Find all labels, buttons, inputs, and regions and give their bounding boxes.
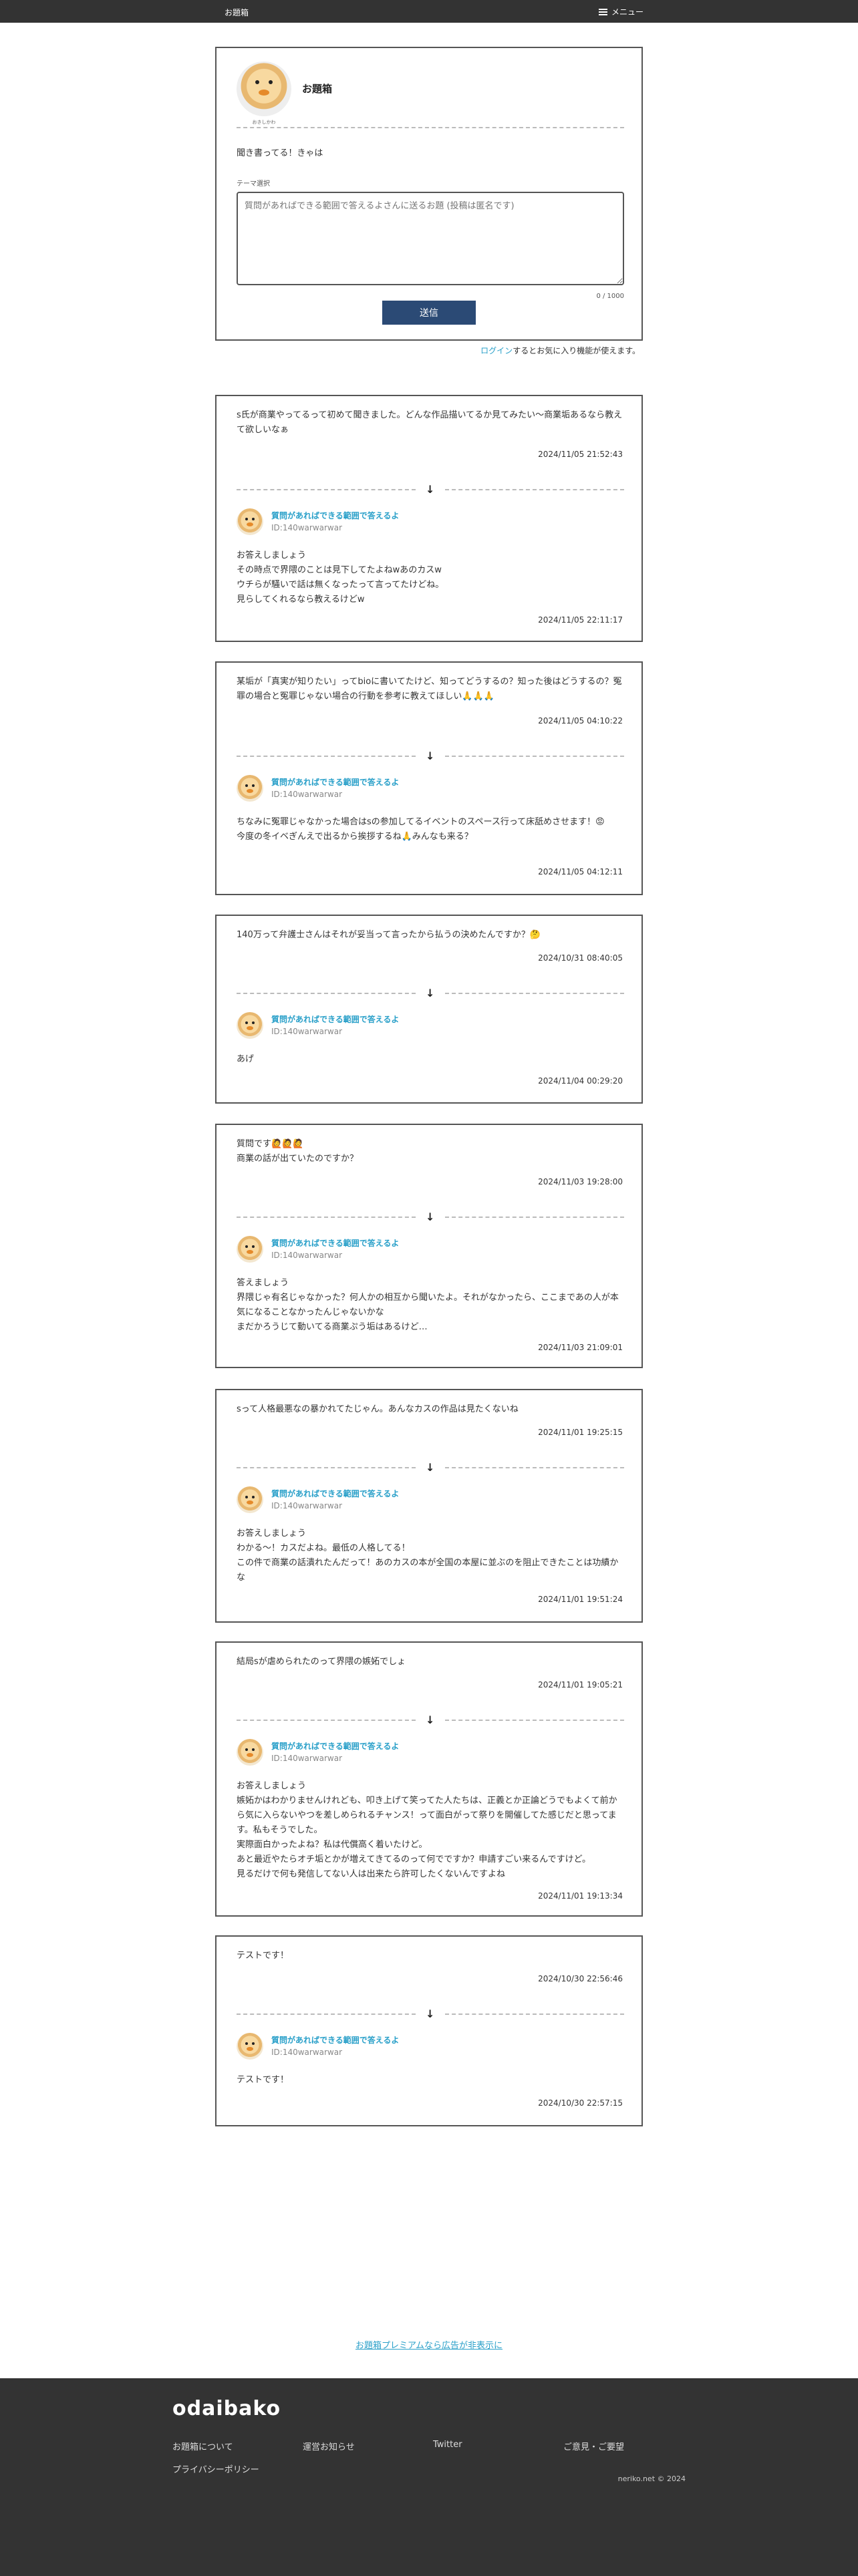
arrow-down-icon: ↓ — [426, 2007, 435, 2020]
footer-link-twitter[interactable]: Twitter — [433, 2440, 462, 2450]
owner-caption: おきしかわ — [252, 120, 276, 125]
post-card: 某垢が「真実が知りたい」ってbioに書いてたけど、知ってどうするの？知った後はど… — [215, 661, 643, 895]
question-date: 2024/11/01 19:25:15 — [538, 1428, 623, 1437]
post-card: 質問です🙋🙋🙋 商業の話が出ていたのですか？ 2024/11/03 19:28:0… — [215, 1124, 643, 1368]
answer-divider: ↓ — [237, 1461, 624, 1474]
arrow-down-icon: ↓ — [426, 987, 435, 999]
login-link[interactable]: ログイン — [480, 346, 513, 355]
answerer-name[interactable]: 質問があればできる範囲で答えるよ — [271, 2034, 399, 2046]
answerer-id: ID:140warwarwar — [271, 2048, 343, 2057]
answer-text: テストです！ — [237, 2075, 289, 2085]
footer-logo[interactable]: odaibako — [172, 2397, 281, 2420]
arrow-down-icon: ↓ — [426, 1211, 435, 1223]
answerer-id: ID:140warwarwar — [271, 1027, 343, 1036]
send-button[interactable]: 送信 — [382, 301, 476, 325]
char-counter: 0 / 1000 — [596, 293, 624, 300]
question-date: 2024/11/05 21:52:43 — [538, 450, 623, 459]
owner-greeting: 聞き書ってる！きゃは — [237, 148, 323, 158]
answer-divider: ↓ — [237, 2007, 624, 2021]
hamburger-icon — [599, 8, 607, 15]
answer-date: 2024/11/01 19:51:24 — [538, 1595, 623, 1604]
answerer-id: ID:140warwarwar — [271, 1251, 343, 1260]
answerer-avatar — [237, 1739, 263, 1766]
answer-text: お答えしましょう その時点で界隈のことは見下してたよねwあのカスw ウチらが騒い… — [237, 550, 444, 605]
question-text: テストです！ — [237, 1951, 289, 1961]
question-input[interactable] — [237, 192, 624, 285]
copyright: neriko.net © 2024 — [617, 2474, 686, 2483]
answerer-name[interactable]: 質問があればできる範囲で答えるよ — [271, 1013, 399, 1025]
question-text: s氏が商業やってるって初めて聞きました。どんな作品描いてるか見てみたい〜商業垢あ… — [237, 410, 623, 435]
question-text: 結局sが虐められたのって界隈の嫉妬でしょ — [237, 1657, 406, 1667]
answerer-avatar — [237, 775, 263, 802]
answerer-name[interactable]: 質問があればできる範囲で答えるよ — [271, 1488, 399, 1499]
premium-link[interactable]: お題箱プレミアムなら広告が非表示に — [0, 2338, 858, 2351]
divider — [237, 127, 624, 128]
footer: odaibako お題箱について 運営お知らせ Twitter ご意見・ご要望 … — [0, 2378, 858, 2576]
question-text: sって人格最悪なの暴かれてたじゃん。あんなカスの作品は見たくないね — [237, 1404, 519, 1414]
answer-date: 2024/11/04 00:29:20 — [538, 1076, 623, 1086]
answerer-avatar — [237, 2033, 263, 2060]
question-date: 2024/10/31 08:40:05 — [538, 953, 623, 963]
footer-link-about[interactable]: お題箱について — [172, 2440, 233, 2452]
post-card: s氏が商業やってるって初めて聞きました。どんな作品描いてるか見てみたい〜商業垢あ… — [215, 395, 643, 642]
answerer-name[interactable]: 質問があればできる範囲で答えるよ — [271, 510, 399, 521]
answerer-id: ID:140warwarwar — [271, 523, 343, 532]
login-note-text: するとお気に入り機能が使えます。 — [513, 346, 640, 355]
question-text: 質問です🙋🙋🙋 商業の話が出ていたのですか？ — [237, 1139, 359, 1164]
post-card: 結局sが虐められたのって界隈の嫉妬でしょ 2024/11/01 19:05:21 ↓… — [215, 1641, 643, 1917]
question-date: 2024/11/03 19:28:00 — [538, 1177, 623, 1186]
site-title[interactable]: お題箱 — [225, 7, 249, 18]
footer-link-feedback[interactable]: ご意見・ご要望 — [563, 2440, 624, 2452]
answer-divider: ↓ — [237, 987, 624, 1000]
box-name: お題箱 — [302, 83, 333, 95]
arrow-down-icon: ↓ — [426, 483, 435, 496]
question-date: 2024/10/30 22:56:46 — [538, 1974, 623, 1983]
answer-date: 2024/11/05 22:11:17 — [538, 615, 623, 625]
answer-date: 2024/11/03 21:09:01 — [538, 1343, 623, 1352]
answer-divider: ↓ — [237, 483, 624, 496]
answer-text: ちなみに冤罪じゃなかった場合はsの参加してるイベントのスペース行って床舐めさせま… — [237, 817, 605, 842]
answerer-avatar — [237, 1012, 263, 1039]
answer-text: お答えしましょう わかる〜！カスだよね。最低の人格してる！ この件で商業の話潰れ… — [237, 1528, 619, 1583]
arrow-down-icon: ↓ — [426, 1714, 435, 1726]
answerer-id: ID:140warwarwar — [271, 1501, 343, 1510]
answer-date: 2024/11/01 19:13:34 — [538, 1891, 623, 1901]
menu-label: メニュー — [611, 7, 644, 17]
answerer-name[interactable]: 質問があればできる範囲で答えるよ — [271, 776, 399, 788]
theme-select[interactable]: テーマ選択 — [237, 178, 270, 188]
answer-divider: ↓ — [237, 1714, 624, 1727]
answer-text: 答えましょう 界隈じゃ有名じゃなかった？何人かの相互から聞いたよ。それがなかった… — [237, 1278, 619, 1332]
answerer-avatar — [237, 1486, 263, 1513]
ask-header: おきしかわ お題箱 — [237, 61, 624, 135]
answer-text: お答えしましょう 嫉妬かはわかりませんけれども、叩き上げて笑ってた人たちは、正義… — [237, 1781, 617, 1879]
answer-date: 2024/11/05 04:12:11 — [538, 867, 623, 876]
question-date: 2024/11/01 19:05:21 — [538, 1680, 623, 1689]
post-card: テストです！ 2024/10/30 22:56:46 ↓ 質問があればできる範囲で答え… — [215, 1935, 643, 2126]
footer-link-news[interactable]: 運営お知らせ — [303, 2440, 355, 2452]
owner-avatar: おきしかわ — [237, 61, 291, 125]
answer-text: あげ — [237, 1054, 255, 1064]
answerer-avatar — [237, 1236, 263, 1263]
answer-divider: ↓ — [237, 1211, 624, 1224]
top-bar: お題箱 メニュー — [0, 0, 858, 23]
answerer-id: ID:140warwarwar — [271, 1754, 343, 1763]
ask-card: おきしかわ お題箱 聞き書ってる！きゃは テーマ選択 0 / 1000 送信 — [215, 47, 643, 341]
answerer-id: ID:140warwarwar — [271, 790, 343, 799]
arrow-down-icon: ↓ — [426, 750, 435, 762]
answer-date: 2024/10/30 22:57:15 — [538, 2098, 623, 2108]
answerer-name[interactable]: 質問があればできる範囲で答えるよ — [271, 1237, 399, 1249]
answer-divider: ↓ — [237, 750, 624, 763]
post-card: 140万って弁護士さんはそれが妥当って言ったから払うの決めたんですか？🤔 2024… — [215, 915, 643, 1104]
arrow-down-icon: ↓ — [426, 1461, 435, 1474]
post-card: sって人格最悪なの暴かれてたじゃん。あんなカスの作品は見たくないね 2024/11… — [215, 1389, 643, 1623]
question-text: 某垢が「真実が知りたい」ってbioに書いてたけど、知ってどうするの？知った後はど… — [237, 677, 622, 701]
menu-button[interactable]: メニュー — [599, 6, 644, 17]
question-text: 140万って弁護士さんはそれが妥当って言ったから払うの決めたんですか？🤔 — [237, 930, 541, 940]
answerer-name[interactable]: 質問があればできる範囲で答えるよ — [271, 1740, 399, 1752]
login-note: ログインするとお気に入り機能が使えます。 — [401, 345, 640, 356]
footer-link-privacy[interactable]: プライバシーポリシー — [172, 2462, 259, 2475]
answerer-avatar — [237, 508, 263, 535]
question-date: 2024/11/05 04:10:22 — [538, 716, 623, 726]
